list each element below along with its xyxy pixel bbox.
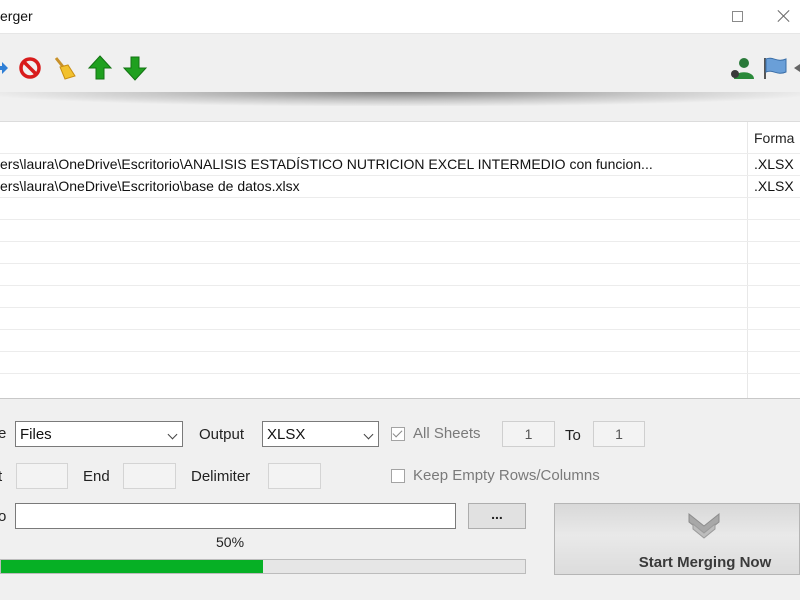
sheet-to-input[interactable]: 1	[593, 421, 645, 447]
output-select-value: XLSX	[267, 426, 306, 443]
all-sheets-label: All Sheets	[413, 425, 481, 442]
browse-button[interactable]: ...	[468, 503, 526, 529]
row-divider	[0, 307, 800, 308]
close-button[interactable]	[772, 6, 796, 26]
output-path-input[interactable]	[15, 503, 456, 529]
toolbar-separator	[0, 92, 800, 106]
row-divider	[0, 329, 800, 330]
row-divider	[0, 351, 800, 352]
file-row-path[interactable]: ers\laura\OneDrive\Escritorio\base de da…	[0, 178, 300, 194]
file-list[interactable]: Forma ers\laura\OneDrive\Escritorio\ANAL…	[0, 121, 800, 399]
window-title: erger	[0, 8, 33, 24]
user-icon[interactable]	[728, 54, 756, 82]
row-divider	[0, 197, 800, 198]
start-label: t	[0, 468, 3, 485]
file-row-path[interactable]: ers\laura\OneDrive\Escritorio\ANALISIS E…	[0, 156, 653, 172]
broom-icon[interactable]	[50, 54, 78, 82]
row-divider	[0, 219, 800, 220]
maximize-button[interactable]	[724, 6, 748, 26]
blue-arrow-icon[interactable]	[0, 54, 16, 82]
start-input[interactable]	[16, 463, 68, 489]
end-input[interactable]	[123, 463, 176, 489]
chevron-down-icon	[167, 429, 178, 440]
row-divider	[0, 175, 800, 176]
row-divider	[0, 241, 800, 242]
mode-select[interactable]: Files	[15, 421, 183, 447]
progress-bar	[0, 559, 526, 574]
column-separator	[747, 122, 748, 398]
mode-label: e	[0, 425, 7, 442]
row-divider	[0, 153, 800, 154]
mode-select-value: Files	[20, 426, 52, 443]
more-icon[interactable]	[792, 54, 800, 82]
row-divider	[0, 285, 800, 286]
row-divider	[0, 263, 800, 264]
title-bar: erger	[0, 0, 800, 34]
start-merging-button[interactable]: Start Merging Now	[554, 503, 800, 575]
sheet-from-input[interactable]: 1	[502, 421, 555, 447]
keep-empty-checkbox[interactable]	[391, 469, 405, 483]
move-down-icon[interactable]	[121, 54, 149, 82]
output-label: Output	[199, 426, 245, 443]
chevron-down-icon	[363, 429, 374, 440]
delimiter-input[interactable]	[268, 463, 321, 489]
save-to-label: o	[0, 508, 7, 525]
keep-empty-label: Keep Empty Rows/Columns	[413, 467, 600, 484]
end-label: End	[83, 468, 110, 485]
merge-arrows-icon	[687, 510, 721, 540]
progress-fill	[1, 560, 263, 573]
to-label: To	[565, 427, 581, 444]
move-up-icon[interactable]	[86, 54, 114, 82]
output-select[interactable]: XLSX	[262, 421, 379, 447]
all-sheets-checkbox[interactable]	[391, 427, 405, 441]
file-row-format[interactable]: .XLSX	[754, 178, 794, 194]
remove-icon[interactable]	[16, 54, 44, 82]
file-row-format[interactable]: .XLSX	[754, 156, 794, 172]
flag-icon[interactable]	[761, 54, 789, 82]
progress-text: 50%	[216, 534, 245, 550]
row-divider	[0, 373, 800, 374]
column-header-format[interactable]: Forma	[754, 130, 794, 146]
start-merging-label: Start Merging Now	[638, 554, 772, 571]
delimiter-label: Delimiter	[191, 468, 251, 485]
